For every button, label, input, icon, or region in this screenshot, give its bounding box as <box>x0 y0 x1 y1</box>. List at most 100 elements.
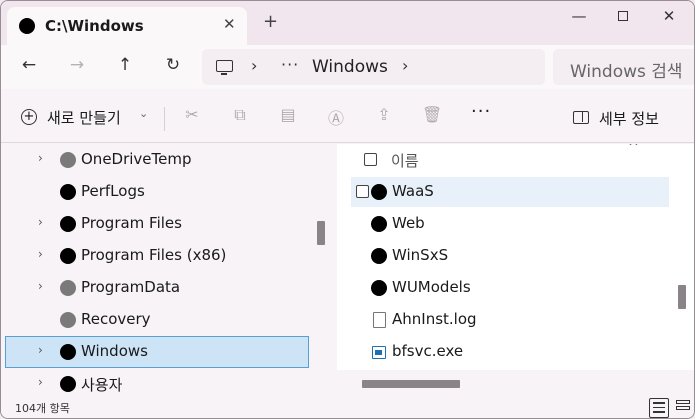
up-button[interactable]: ↑ <box>113 55 137 79</box>
select-all-checkbox[interactable] <box>364 153 377 166</box>
minimize-button[interactable]: — <box>561 7 597 29</box>
file-name: WaaS <box>392 182 434 200</box>
chevron-right-icon[interactable]: › <box>38 375 43 389</box>
tree-item-program-files-x86[interactable]: › Program Files (x86) <box>5 240 309 272</box>
tree-item-label: Program Files <box>81 214 182 232</box>
tree-item-label: OneDriveTemp <box>81 150 192 168</box>
folder-icon <box>371 216 387 232</box>
maximize-button[interactable] <box>605 7 641 29</box>
this-pc-icon[interactable] <box>216 60 233 75</box>
tree-item-users[interactable]: › 사용자 <box>5 368 309 397</box>
address-bar[interactable]: › ··· Windows › <box>202 49 545 85</box>
close-window-button[interactable]: ✕ <box>651 7 687 29</box>
more-options-button[interactable]: ··· <box>471 101 491 122</box>
folder-icon <box>60 376 76 392</box>
file-row-web[interactable]: Web <box>351 209 669 239</box>
tree-item-perflogs[interactable]: PerfLogs <box>5 176 309 208</box>
forward-button[interactable]: → <box>65 55 89 79</box>
list-line-icon <box>653 406 665 408</box>
rename-icon[interactable]: Ⓐ <box>326 105 346 128</box>
tile-icon <box>676 406 690 410</box>
navigation-scrollbar[interactable] <box>317 221 325 245</box>
details-pane-label: 세부 정보 <box>599 110 659 128</box>
file-name: WUModels <box>392 278 471 296</box>
tree-item-program-files[interactable]: › Program Files <box>5 208 309 240</box>
delete-icon[interactable]: 🗑 <box>422 105 442 125</box>
application-icon <box>372 346 386 359</box>
list-line-icon <box>653 402 665 404</box>
breadcrumb-more-button[interactable]: ··· <box>281 55 299 74</box>
tree-item-label: PerfLogs <box>81 182 145 200</box>
folder-icon <box>60 312 76 328</box>
folder-icon <box>371 280 387 296</box>
breadcrumb-windows[interactable]: Windows <box>312 57 388 77</box>
horizontal-scroll-track <box>337 370 694 397</box>
folder-icon <box>60 248 76 264</box>
file-row-ahninst-log[interactable]: AhnInst.log <box>351 305 669 335</box>
paste-icon[interactable]: ▤ <box>278 105 298 125</box>
chevron-right-icon[interactable]: › <box>38 247 43 261</box>
folder-icon <box>371 184 387 200</box>
item-count: 104개 항목 <box>15 402 70 415</box>
new-button-label: 새로 만들기 <box>47 109 121 127</box>
file-row-umodels[interactable]: WUModels <box>351 273 669 303</box>
copy-icon[interactable]: ⧉ <box>230 105 250 125</box>
row-checkbox[interactable] <box>356 185 369 198</box>
tree-item-programdata[interactable]: › ProgramData <box>5 272 309 304</box>
file-name: Web <box>392 214 425 232</box>
tiles-view-button[interactable] <box>673 398 693 418</box>
file-list-vertical-scrollbar[interactable] <box>678 285 686 309</box>
tree-item-label: Windows <box>81 342 148 360</box>
share-icon[interactable]: ⇪ <box>374 105 394 125</box>
file-list-horizontal-scrollbar[interactable] <box>362 380 460 388</box>
plus-icon: + <box>21 109 37 125</box>
folder-icon <box>60 280 76 296</box>
chevron-right-icon[interactable]: › <box>38 279 43 293</box>
new-tab-button[interactable]: + <box>263 13 278 31</box>
details-pane-icon <box>573 111 589 124</box>
tab-windows[interactable]: C:\Windows ✕ <box>7 7 247 45</box>
document-icon <box>373 312 386 328</box>
column-header-name[interactable]: 이름 <box>391 150 419 171</box>
folder-icon <box>60 152 76 168</box>
file-name: AhnInst.log <box>392 310 477 328</box>
tab-close-icon[interactable]: ✕ <box>223 15 236 33</box>
folder-icon <box>371 248 387 264</box>
file-row-winsxs[interactable]: WinSxS <box>351 241 669 271</box>
status-bar: 104개 항목 <box>1 397 694 418</box>
sort-ascending-icon: ^ <box>628 144 639 155</box>
breadcrumb-chevron-icon[interactable]: › <box>402 56 408 75</box>
tree-item-recovery[interactable]: Recovery <box>5 304 309 336</box>
details-view-button[interactable] <box>649 398 669 418</box>
column-header: 이름 ^ <box>337 144 694 176</box>
folder-icon <box>19 18 35 34</box>
chevron-right-icon[interactable]: › <box>38 343 43 357</box>
file-row-waas[interactable]: WaaS <box>351 177 669 207</box>
tree-item-label: Program Files (x86) <box>81 246 227 264</box>
command-bar: + 새로 만들기 ⌄ ✂ ⧉ ▤ Ⓐ ⇪ 🗑 ··· 세부 정보 <box>1 89 694 143</box>
breadcrumb-chevron-icon[interactable]: › <box>251 56 257 75</box>
tile-icon <box>676 400 690 404</box>
tree-item-onedrivetemp[interactable]: › OneDriveTemp <box>5 144 309 176</box>
tab-title: C:\Windows <box>45 17 144 35</box>
folder-icon <box>60 184 76 200</box>
chevron-right-icon[interactable]: › <box>38 215 43 229</box>
cut-icon[interactable]: ✂ <box>182 105 202 125</box>
file-name: WinSxS <box>392 246 449 264</box>
tree-item-label: ProgramData <box>81 278 181 296</box>
file-row-bfsvc-exe[interactable]: bfsvc.exe <box>351 337 669 367</box>
file-explorer-window: C:\Windows ✕ + — ✕ ← → ↑ ↻ › ··· Windows… <box>0 0 695 419</box>
search-input[interactable]: Windows 검색 <box>553 49 694 85</box>
chevron-right-icon[interactable]: › <box>38 151 43 165</box>
tree-item-label: 사용자 <box>81 376 123 394</box>
file-list: 이름 ^ WaaS Web WinSxS WUModels AhnInst.lo… <box>337 144 694 397</box>
back-button[interactable]: ← <box>17 55 41 79</box>
folder-icon <box>60 216 76 232</box>
list-line-icon <box>653 411 665 413</box>
tree-item-windows[interactable]: › Windows <box>5 336 309 368</box>
folder-icon <box>60 344 76 360</box>
file-name: bfsvc.exe <box>392 342 464 360</box>
refresh-button[interactable]: ↻ <box>161 55 185 79</box>
search-placeholder: Windows 검색 <box>570 62 683 82</box>
tree-item-label: Recovery <box>81 310 151 328</box>
